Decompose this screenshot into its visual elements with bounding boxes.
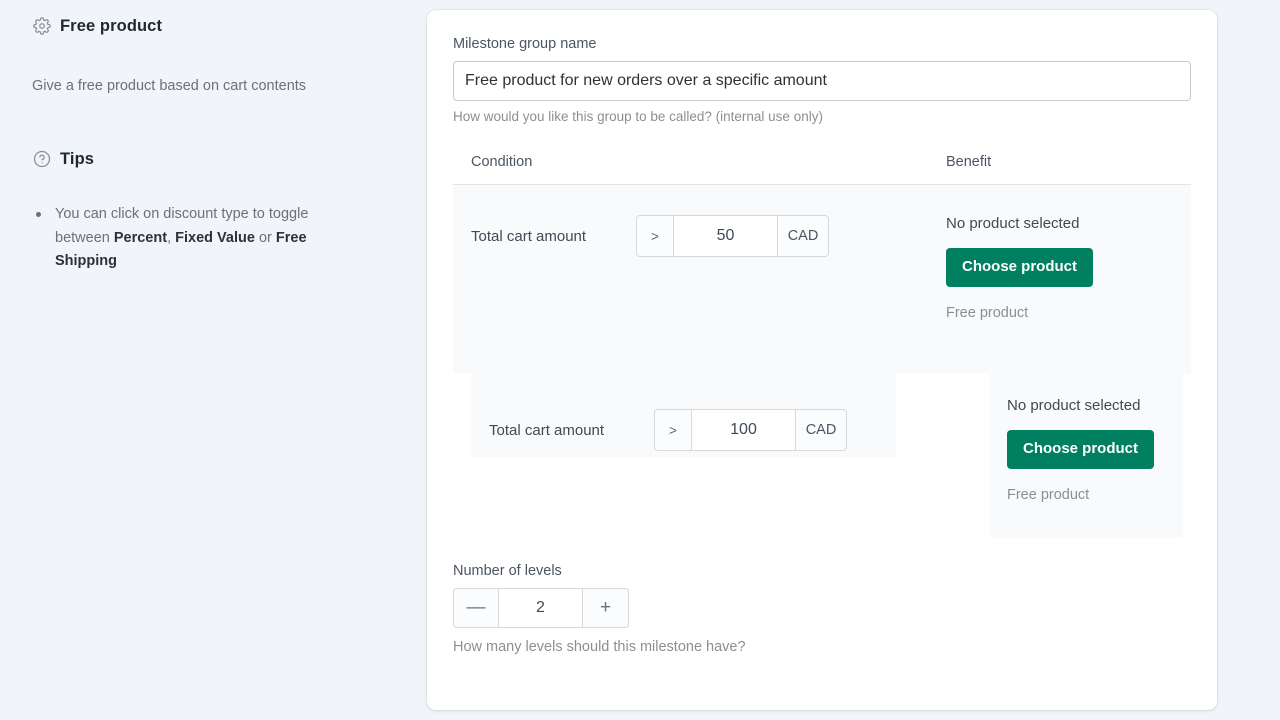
milestone-form-card: Milestone group name How would you like … <box>427 10 1217 710</box>
choose-product-button[interactable]: Choose product <box>1007 430 1154 469</box>
benefit-cell: No product selected Choose product Free … <box>929 185 1191 321</box>
tip-bold-percent: Percent <box>113 229 168 246</box>
condition-input-group: > 50 CAD <box>636 215 829 257</box>
app-root: Free product Give a free product based o… <box>0 0 1280 720</box>
gear-icon <box>32 17 51 36</box>
currency-select[interactable]: CAD <box>796 409 847 451</box>
milestones-table: Condition Benefit Total cart amount > 50… <box>453 154 1191 545</box>
increment-button[interactable]: + <box>583 588 629 628</box>
free-product-description: Give a free product based on cart conten… <box>32 78 307 94</box>
number-of-levels-label: Number of levels <box>453 563 562 579</box>
milestone-name-label: Milestone group name <box>453 36 597 52</box>
condition-input-group: > 100 CAD <box>654 409 847 451</box>
amount-input[interactable]: 50 <box>674 215 778 257</box>
info-sidebar: Free product Give a free product based o… <box>0 0 410 720</box>
benefit-note: Free product <box>946 304 1029 321</box>
tip-bold-fixed-value: Fixed Value <box>175 229 255 246</box>
number-of-levels-block: Number of levels — 2 + How many levels s… <box>453 563 1191 655</box>
amount-input[interactable]: 100 <box>692 409 796 451</box>
column-header-benefit: Benefit <box>946 154 992 170</box>
tips-heading: Tips <box>32 145 380 173</box>
operator-select[interactable]: > <box>654 409 692 451</box>
choose-product-button[interactable]: Choose product <box>946 248 1093 287</box>
question-circle-icon <box>32 150 51 169</box>
tip-sep-1: , <box>167 229 176 246</box>
free-product-heading: Free product <box>32 12 380 40</box>
condition-cell: Total cart amount > 50 CAD <box>453 185 929 257</box>
currency-select[interactable]: CAD <box>778 215 829 257</box>
condition-label: Total cart amount <box>489 421 605 439</box>
table-row: Total cart amount > 50 CAD No product se… <box>453 185 1191 373</box>
condition-label: Total cart amount <box>471 227 587 245</box>
tips-list: You can click on discount type to toggle… <box>32 203 380 273</box>
benefit-note: Free product <box>1007 486 1090 503</box>
tip-sep-2: or <box>254 229 276 246</box>
table-row: Total cart amount > 100 CAD No product s… <box>453 373 1191 545</box>
condition-cell: Total cart amount > 100 CAD <box>471 373 896 457</box>
milestone-name-input[interactable] <box>453 61 1191 101</box>
number-of-levels-stepper: — 2 + <box>453 588 629 628</box>
tip-item: You can click on discount type to toggle… <box>32 203 352 273</box>
tips-title: Tips <box>60 149 95 168</box>
decrement-button[interactable]: — <box>453 588 499 628</box>
milestone-name-help: How would you like this group to be call… <box>453 109 823 124</box>
operator-select[interactable]: > <box>636 215 674 257</box>
benefit-status: No product selected <box>1007 397 1141 414</box>
free-product-title: Free product <box>60 16 163 35</box>
table-header: Condition Benefit <box>453 154 1191 185</box>
number-of-levels-help: How many levels should this milestone ha… <box>453 639 746 655</box>
benefit-cell: No product selected Choose product Free … <box>990 373 1183 538</box>
levels-value[interactable]: 2 <box>499 588 583 628</box>
benefit-status: No product selected <box>946 215 1080 232</box>
column-header-condition: Condition <box>471 154 533 170</box>
